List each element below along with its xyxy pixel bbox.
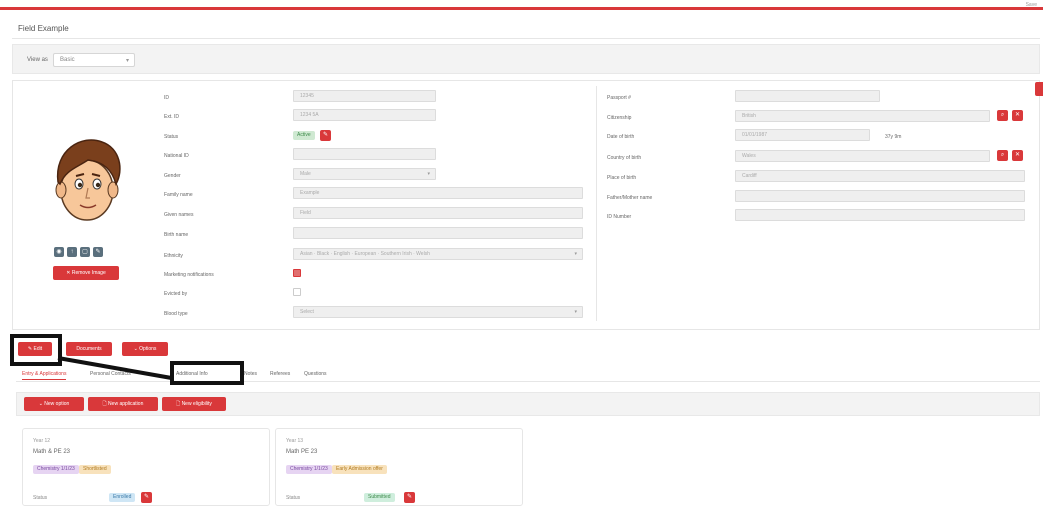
field-label-ext-id: Ext. ID <box>164 114 180 120</box>
card-year: Year 13 <box>286 438 304 444</box>
marketing-checkbox[interactable] <box>293 269 301 277</box>
tab-notes[interactable]: Notes <box>244 371 257 377</box>
card-title: Math PE 23 <box>286 449 318 455</box>
field-label-country-birth: Country of birth <box>607 155 642 161</box>
view-label: View as <box>27 57 48 63</box>
field-label-ethnicity: Ethnicity <box>164 253 183 259</box>
view-select[interactable]: Basic ▾ <box>53 53 135 67</box>
field-label-national-id: National ID <box>164 153 189 159</box>
status-edit-button[interactable]: ✎ <box>320 130 331 141</box>
given-names-field[interactable]: Field <box>293 207 583 219</box>
field-label-evicted: Evicted by <box>164 291 188 297</box>
status-badge: Enrolled <box>109 493 136 502</box>
field-label-blood-type: Blood type <box>164 311 188 317</box>
chevron-down-icon: ▾ <box>427 171 430 177</box>
id-field[interactable]: 12345 <box>293 90 436 102</box>
field-label-status: Status <box>164 134 179 140</box>
country-search-button[interactable]: ⌕ <box>997 150 1008 161</box>
tab-referees[interactable]: Referees <box>270 371 290 377</box>
camera-icon[interactable]: ◉ <box>54 247 64 257</box>
upload-icon[interactable]: ↑ <box>67 247 77 257</box>
family-name-field[interactable]: Example <box>293 187 583 199</box>
page-title: Field Example <box>18 24 69 33</box>
card-tag: Chemistry 1/1/23 <box>33 465 79 474</box>
side-toggle-tab[interactable] <box>1035 82 1043 96</box>
tab-entry-applications[interactable]: Entry & Applications <box>22 371 67 380</box>
chevron-down-icon: ▾ <box>574 251 577 257</box>
country-clear-button[interactable]: ✕ <box>1012 150 1023 161</box>
options-button[interactable]: ⌄ Options <box>122 342 168 356</box>
evicted-checkbox[interactable] <box>293 288 301 296</box>
application-card[interactable]: Year 12 Math & PE 23 Chemistry 1/1/23 Sh… <box>22 428 270 506</box>
field-label-passport: Passport # <box>607 95 631 101</box>
card-tag: Shortlisted <box>79 465 111 474</box>
card-title: Math & PE 23 <box>33 449 71 455</box>
parent-name-field[interactable] <box>735 190 1025 202</box>
card-edit-button[interactable]: ✎ <box>404 492 415 503</box>
ethnicity-select[interactable]: Asian · Black · English · European · Sou… <box>293 248 583 260</box>
field-label-citizenship: Citizenship <box>607 115 632 121</box>
documents-button[interactable]: Documents <box>66 342 112 356</box>
tab-questions[interactable]: Questions <box>304 371 327 377</box>
remove-image-button[interactable]: ✕ Remove Image <box>53 266 119 280</box>
new-eligibility-button[interactable]: 🗋 New eligibility <box>162 397 226 411</box>
title-divider <box>12 38 1040 39</box>
field-label-family-name: Family name <box>164 192 193 198</box>
crop-icon[interactable]: ▢ <box>80 247 90 257</box>
country-birth-field[interactable]: Wales <box>735 150 990 162</box>
citizenship-field[interactable]: British <box>735 110 990 122</box>
gender-select[interactable]: Male ▾ <box>293 168 436 180</box>
card-edit-button[interactable]: ✎ <box>141 492 152 503</box>
citizenship-search-button[interactable]: ⌕ <box>997 110 1008 121</box>
age-text: 37y 9m <box>885 134 902 140</box>
top-bar-right-text[interactable]: Save <box>1026 2 1037 8</box>
field-label-place-birth: Place of birth <box>607 175 637 181</box>
field-label-gender: Gender <box>164 173 181 179</box>
card-tag: Early Admission offer <box>332 465 387 474</box>
highlight-tab-box <box>170 361 244 385</box>
place-birth-field[interactable]: Cardiff <box>735 170 1025 182</box>
field-label-marketing: Marketing notifications <box>164 272 214 278</box>
application-card[interactable]: Year 13 Math PE 23 Chemistry 1/1/23 Earl… <box>275 428 523 506</box>
card-status-label: Status <box>33 495 48 501</box>
edit-icon[interactable]: ✎ <box>93 247 103 257</box>
field-label-id: ID <box>164 95 169 101</box>
avatar <box>55 139 121 221</box>
field-label-given-names: Given names <box>164 212 194 218</box>
dob-field[interactable]: 01/01/1987 <box>735 129 870 141</box>
field-label-birth-name: Birth name <box>164 232 189 238</box>
card-tag: Chemistry 1/1/23 <box>286 465 332 474</box>
view-bar: View as Basic ▾ <box>12 44 1040 74</box>
column-divider <box>596 86 597 321</box>
card-status-label: Status <box>286 495 301 501</box>
chevron-down-icon: ▾ <box>574 309 577 315</box>
new-option-button[interactable]: ⌄ New option <box>24 397 84 411</box>
status-badge: Submitted <box>364 493 395 502</box>
id-number-field[interactable] <box>735 209 1025 221</box>
birth-name-field[interactable] <box>293 227 583 239</box>
citizenship-clear-button[interactable]: ✕ <box>1012 110 1023 121</box>
blood-type-select[interactable]: Select ▾ <box>293 306 583 318</box>
new-application-button[interactable]: 🗋 New application <box>88 397 158 411</box>
field-label-dob: Date of birth <box>607 134 635 140</box>
chevron-down-icon: ▾ <box>125 58 129 64</box>
passport-field[interactable] <box>735 90 880 102</box>
ext-id-field[interactable]: 1234 5A <box>293 109 436 121</box>
avatar-tools: ◉ ↑ ▢ ✎ <box>54 247 103 257</box>
national-id-field[interactable] <box>293 148 436 160</box>
status-badge: Active <box>293 131 315 140</box>
field-label-id-number: ID Number <box>607 214 632 220</box>
field-label-parent-name: Father/Mother name <box>607 195 653 201</box>
view-select-value: Basic <box>60 57 75 63</box>
card-year: Year 12 <box>33 438 51 444</box>
highlight-edit-box <box>10 334 62 366</box>
top-bar: Save <box>0 0 1043 10</box>
